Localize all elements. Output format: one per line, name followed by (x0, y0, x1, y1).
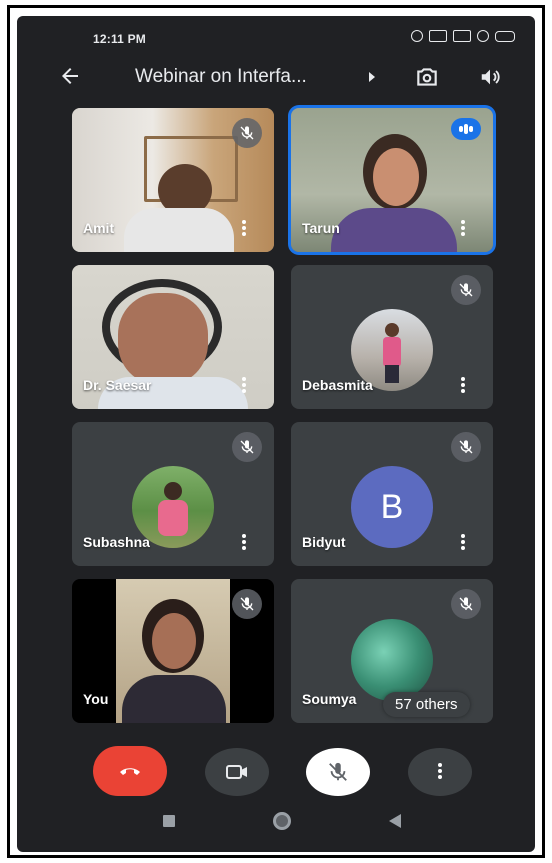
meeting-header: Webinar on Interfa... (17, 60, 535, 94)
recents-nav-icon[interactable] (163, 815, 175, 827)
participant-body (331, 208, 457, 252)
end-call-button[interactable] (93, 746, 167, 796)
participant-name: Amit (83, 220, 115, 236)
wifi-icon (477, 30, 489, 42)
participant-tile[interactable]: B Bidyut (291, 422, 493, 566)
system-navigation-bar (17, 802, 535, 852)
back-nav-icon[interactable] (389, 814, 401, 828)
more-vert-icon[interactable] (242, 377, 246, 393)
participant-tile[interactable]: Amit (72, 108, 274, 252)
participant-tile[interactable]: Soumya 57 others (291, 579, 493, 723)
participant-face (373, 148, 419, 206)
participant-body (124, 208, 234, 252)
status-icons (411, 30, 515, 42)
more-vert-icon[interactable] (242, 220, 246, 236)
status-bar: 12:11 PM (17, 16, 535, 60)
mic-off-icon (232, 589, 262, 619)
end-call-icon (120, 768, 140, 775)
others-count-button[interactable]: 57 others (383, 692, 470, 717)
more-vert-icon (438, 763, 442, 781)
participant-name: Soumya (302, 691, 357, 707)
participant-name: Tarun (302, 220, 340, 236)
battery-icon (495, 30, 515, 42)
mic-off-icon (329, 762, 347, 781)
more-vert-icon[interactable] (461, 534, 465, 550)
back-arrow-icon[interactable] (57, 64, 83, 88)
camera-icon (226, 765, 247, 779)
participant-initial-avatar: B (351, 466, 433, 548)
self-view-tile[interactable]: You (72, 579, 274, 723)
switch-camera-icon[interactable] (414, 64, 440, 90)
participant-tile[interactable]: Debasmita (291, 265, 493, 409)
speaking-indicator-icon (451, 118, 481, 140)
participant-tile-active-speaker[interactable]: Tarun (291, 108, 493, 252)
mic-off-icon (232, 432, 262, 462)
status-time: 12:11 PM (93, 32, 146, 46)
participant-name: Dr. Saesar (83, 377, 152, 393)
mic-off-icon (451, 275, 481, 305)
more-options-button[interactable] (408, 748, 472, 796)
sim2-icon (453, 30, 471, 42)
mic-off-icon (232, 118, 262, 148)
participant-tile[interactable]: Subashna (72, 422, 274, 566)
alarm-icon (411, 30, 423, 42)
sim1-icon (429, 30, 447, 42)
participant-face (152, 613, 196, 669)
participant-avatar (351, 619, 433, 701)
more-vert-icon[interactable] (461, 220, 465, 236)
home-nav-icon[interactable] (273, 812, 291, 830)
meeting-title[interactable]: Webinar on Interfa... (135, 66, 307, 88)
participant-tile[interactable]: Dr. Saesar (72, 265, 274, 409)
mic-off-icon (451, 589, 481, 619)
speaker-icon[interactable] (478, 66, 502, 88)
participant-face (118, 293, 208, 385)
phone-screen: 12:11 PM Webinar on Interfa... Amit Taru… (17, 16, 535, 852)
camera-toggle-button[interactable] (205, 748, 269, 796)
microphone-toggle-button[interactable] (306, 748, 370, 796)
participant-name: Bidyut (302, 534, 346, 550)
title-chevron-icon[interactable] (369, 72, 375, 82)
mic-off-icon (451, 432, 481, 462)
more-vert-icon[interactable] (242, 534, 246, 550)
participant-name: Subashna (83, 534, 150, 550)
participant-name: Debasmita (302, 377, 373, 393)
participant-body (122, 675, 226, 723)
participant-name: You (83, 691, 109, 707)
more-vert-icon[interactable] (461, 377, 465, 393)
